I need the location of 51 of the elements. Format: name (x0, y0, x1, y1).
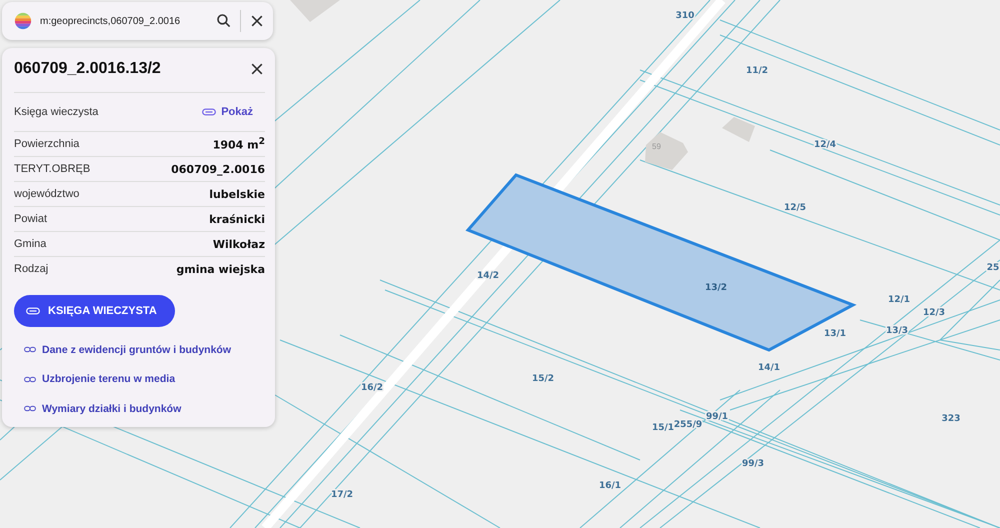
link-icon (26, 307, 40, 315)
close-icon[interactable] (249, 13, 265, 29)
parcel-label: 12/4 (814, 140, 836, 150)
field-label: Powierzchnia (14, 138, 80, 150)
building (290, 0, 340, 22)
parcel-label: 15/1 (652, 423, 674, 433)
parcel-label: 13/2 (704, 283, 728, 293)
parcel-label: 17/2 (330, 490, 354, 500)
search-field[interactable]: m:geoprecincts,060709_2.0016 (40, 16, 208, 26)
field-label: Rodzaj (14, 263, 48, 275)
parcel-label: 99/3 (742, 459, 764, 469)
parcel-label: 16/2 (360, 383, 384, 393)
parcel-label: 12/1 (888, 295, 910, 305)
parcel-label: 15/2 (532, 374, 554, 384)
parcel-label: 14/2 (476, 271, 500, 281)
parcel-label: 323 (942, 414, 960, 424)
link[interactable]: Wymiary działki i budynków (14, 394, 265, 424)
field-value: kraśnicki (209, 212, 265, 226)
field-value: 060709_2.0016 (171, 162, 265, 176)
link-icon (24, 346, 36, 354)
building (645, 132, 688, 170)
parcel-label: 310 (676, 11, 694, 21)
field-value: lubelskie (209, 188, 265, 200)
search-icon[interactable] (216, 13, 232, 29)
link-icon (24, 376, 36, 383)
field-label: TERYT.OBRĘB (14, 163, 90, 175)
building (722, 117, 755, 142)
close-icon[interactable] (249, 61, 265, 77)
link[interactable]: Uzbrojenie terenu w media (14, 364, 265, 394)
building-number: 59 (652, 142, 661, 151)
parcel-label: 16/1 (598, 481, 622, 491)
field-label: Powiat (14, 213, 48, 225)
field-label: Księga wieczysta (14, 106, 98, 118)
selected-parcel[interactable] (465, 173, 857, 352)
field-value: Wilkołaz (212, 238, 265, 250)
parcel-title: 060709_2.0016.13/2 (14, 60, 161, 78)
link-icon (202, 108, 216, 116)
parcel-label: 11/2 (746, 66, 768, 76)
land-register-button[interactable]: KSIĘGA WIECZYSTA (14, 295, 175, 327)
striped-logo-icon (14, 12, 32, 30)
parcel-label: 13/1 (824, 329, 846, 339)
link[interactable]: Dane z ewidencji gruntów i budynków (14, 335, 265, 364)
show-link[interactable]: Pokaż (202, 106, 253, 118)
parcel-label: 25 (986, 263, 1000, 273)
field-value: 1904 m$^{2}$ (212, 136, 265, 152)
parcel-label: 12/5 (784, 203, 806, 213)
field-label: Gmina (14, 238, 46, 250)
field-value: gmina wiejska (176, 262, 265, 276)
link-icon (24, 405, 36, 412)
field-label: województwo (14, 188, 80, 200)
parcel-label: 14/1 (758, 363, 780, 373)
